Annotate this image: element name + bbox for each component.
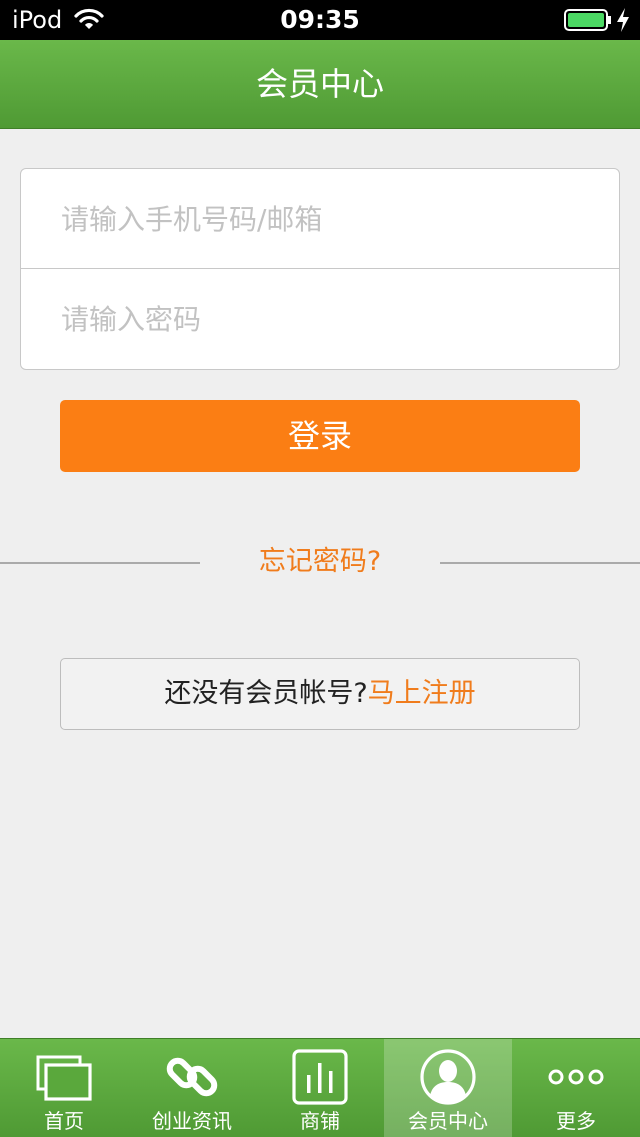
windows-icon xyxy=(36,1055,92,1101)
forgot-password-link[interactable]: 忘记密码? xyxy=(200,544,440,580)
more-dots-icon xyxy=(548,1069,604,1085)
status-time: 09:35 xyxy=(280,5,360,34)
battery-icon xyxy=(564,9,611,31)
tab-more[interactable]: 更多 xyxy=(512,1039,640,1137)
bar-chart-icon xyxy=(292,1049,348,1105)
tab-bar: 首页 创业资讯 商铺 会员中心 更多 xyxy=(0,1038,640,1137)
divider-right xyxy=(440,562,640,564)
tab-news[interactable]: 创业资讯 xyxy=(128,1039,256,1137)
tab-label: 更多 xyxy=(556,1109,596,1133)
tab-label: 商铺 xyxy=(300,1109,340,1133)
tab-shops[interactable]: 商铺 xyxy=(256,1039,384,1137)
nav-header: 会员中心 xyxy=(0,40,640,129)
page-title: 会员中心 xyxy=(255,65,384,103)
login-card xyxy=(20,168,620,370)
card-divider xyxy=(21,268,619,269)
status-bar: iPod 09:35 xyxy=(0,0,640,40)
password-input[interactable] xyxy=(61,289,601,349)
register-link[interactable]: 马上注册 xyxy=(368,678,476,709)
charging-bolt-icon xyxy=(617,8,629,32)
link-icon xyxy=(166,1057,218,1097)
tab-label: 创业资讯 xyxy=(152,1109,232,1133)
tab-member-center[interactable]: 会员中心 xyxy=(384,1039,512,1137)
register-prompt: 还没有会员帐号? xyxy=(164,678,368,709)
divider-left xyxy=(0,562,200,564)
user-icon xyxy=(420,1049,476,1105)
register-button[interactable]: 还没有会员帐号?马上注册 xyxy=(60,658,580,730)
login-button[interactable]: 登录 xyxy=(60,400,580,472)
tab-label: 首页 xyxy=(44,1109,84,1133)
phone-email-input[interactable] xyxy=(61,189,601,249)
tab-label: 会员中心 xyxy=(408,1109,488,1133)
tab-home[interactable]: 首页 xyxy=(0,1039,128,1137)
